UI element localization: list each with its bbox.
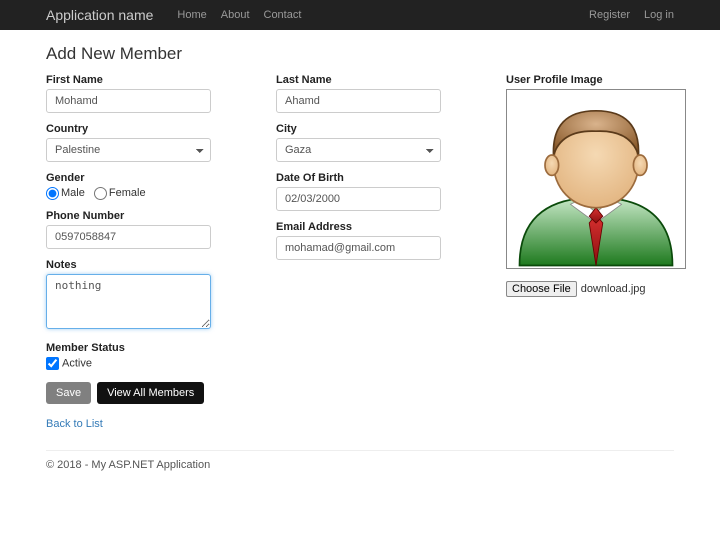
view-all-button[interactable]: View All Members — [97, 382, 204, 404]
last-name-input[interactable] — [276, 89, 441, 113]
gender-female-label: Female — [109, 187, 146, 199]
page-title: Add New Member — [46, 44, 674, 64]
label-status: Member Status — [46, 342, 256, 354]
footer-divider — [46, 450, 674, 451]
navbar-left: Application name Home About Contact — [46, 7, 301, 23]
choose-file-button[interactable]: Choose File — [506, 281, 577, 297]
label-first-name: First Name — [46, 74, 256, 86]
group-last-name: Last Name — [276, 74, 486, 113]
profile-image-box — [506, 89, 686, 269]
form-columns: First Name Country Palestine Gender Male… — [46, 74, 674, 430]
first-name-input[interactable] — [46, 89, 211, 113]
group-dob: Date Of Birth — [276, 172, 486, 211]
phone-input[interactable] — [46, 225, 211, 249]
label-profile-image: User Profile Image — [506, 74, 686, 86]
label-country: Country — [46, 123, 256, 135]
label-gender: Gender — [46, 172, 256, 184]
city-select[interactable]: Gaza — [276, 138, 441, 162]
main-container: Add New Member First Name Country Palest… — [0, 30, 720, 491]
status-row: Active — [46, 357, 256, 370]
col-right: User Profile Image — [506, 74, 686, 430]
email-input[interactable] — [276, 236, 441, 260]
col-left: First Name Country Palestine Gender Male… — [46, 74, 256, 430]
group-phone: Phone Number — [46, 210, 256, 249]
group-city: City Gaza — [276, 123, 486, 162]
label-last-name: Last Name — [276, 74, 486, 86]
brand: Application name — [46, 7, 153, 23]
group-country: Country Palestine — [46, 123, 256, 162]
gender-radios: Male Female — [46, 187, 256, 200]
file-name-label: download.jpg — [581, 283, 646, 295]
avatar-icon — [511, 93, 681, 268]
group-gender: Gender Male Female — [46, 172, 256, 200]
save-button[interactable]: Save — [46, 382, 91, 404]
active-checkbox[interactable] — [46, 357, 59, 370]
nav-about[interactable]: About — [221, 9, 250, 21]
navbar: Application name Home About Contact Regi… — [0, 0, 720, 30]
nav-contact[interactable]: Contact — [264, 9, 302, 21]
gender-male-label: Male — [61, 187, 85, 199]
notes-textarea[interactable] — [46, 274, 211, 329]
file-picker: Choose File download.jpg — [506, 281, 686, 297]
active-label: Active — [62, 357, 92, 369]
back-to-list-link[interactable]: Back to List — [46, 418, 103, 430]
label-email: Email Address — [276, 221, 486, 233]
group-email: Email Address — [276, 221, 486, 260]
dob-input[interactable] — [276, 187, 441, 211]
button-row: Save View All Members — [46, 382, 256, 404]
gender-male-radio[interactable] — [46, 187, 59, 200]
nav-login[interactable]: Log in — [644, 9, 674, 21]
label-dob: Date Of Birth — [276, 172, 486, 184]
label-notes: Notes — [46, 259, 256, 271]
footer-text: © 2018 - My ASP.NET Application — [46, 459, 674, 471]
label-phone: Phone Number — [46, 210, 256, 222]
gender-female-radio[interactable] — [94, 187, 107, 200]
nav-register[interactable]: Register — [589, 9, 630, 21]
country-select[interactable]: Palestine — [46, 138, 211, 162]
col-middle: Last Name City Gaza Date Of Birth Email … — [276, 74, 486, 430]
label-city: City — [276, 123, 486, 135]
group-first-name: First Name — [46, 74, 256, 113]
navbar-right: Register Log in — [589, 9, 674, 21]
group-status: Member Status Active — [46, 342, 256, 370]
group-notes: Notes — [46, 259, 256, 332]
nav-home[interactable]: Home — [177, 9, 206, 21]
